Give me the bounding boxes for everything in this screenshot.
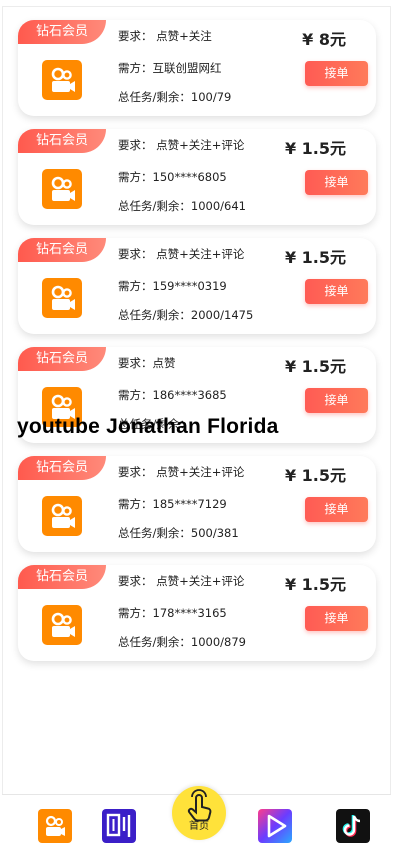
accept-order-button[interactable]: 接单 bbox=[305, 606, 368, 631]
order-card: 钻石会员 要求： 点赞+关注 需方：互联创盟网红 总任务/剩余：100/79 ¥… bbox=[18, 20, 376, 116]
requirement-text: 要求： 点赞+关注+评论 bbox=[118, 247, 245, 261]
member-badge: 钻石会员 bbox=[18, 129, 106, 153]
order-card: 钻石会员 要求： 点赞+关注+评论 需方：150****6805 总任务/剩余：… bbox=[18, 129, 376, 225]
accept-order-button[interactable]: 接单 bbox=[305, 388, 368, 413]
accept-order-button[interactable]: 接单 bbox=[305, 497, 368, 522]
kuaishou-icon bbox=[42, 60, 82, 100]
order-card: 钻石会员 要求： 点赞+关注+评论 需方：178****3165 总任务/剩余：… bbox=[18, 565, 376, 661]
price-text: ¥ 1.5元 bbox=[284, 575, 346, 594]
client-text: 需方：178****3165 bbox=[118, 606, 227, 620]
bottom-nav: 首页 bbox=[2, 786, 391, 851]
client-text: 需方：186****3685 bbox=[118, 388, 227, 402]
kuaishou-icon bbox=[42, 496, 82, 536]
price-text: ¥ 1.5元 bbox=[284, 466, 346, 485]
order-card: 钻石会员 要求： 点赞+关注+评论 需方：159****0319 总任务/剩余：… bbox=[18, 238, 376, 334]
progress-text: 总任务/剩余：2000/1475 bbox=[118, 308, 254, 322]
accept-order-button[interactable]: 接单 bbox=[305, 61, 368, 86]
kuaishou-tab-icon[interactable] bbox=[38, 809, 72, 843]
requirement-text: 要求： 点赞+关注+评论 bbox=[118, 465, 245, 479]
client-text: 需方：150****6805 bbox=[118, 170, 227, 184]
order-list: 钻石会员 要求： 点赞+关注 需方：互联创盟网红 总任务/剩余：100/79 ¥… bbox=[18, 20, 376, 674]
requirement-text: 要求：点赞 bbox=[118, 356, 176, 370]
price-text: ¥ 1.5元 bbox=[284, 139, 346, 158]
member-badge: 钻石会员 bbox=[18, 347, 106, 371]
accept-order-button[interactable]: 接单 bbox=[305, 170, 368, 195]
progress-text: 总任务/剩余：1000/879 bbox=[118, 635, 246, 649]
client-text: 需方：互联创盟网红 bbox=[118, 61, 222, 75]
member-badge: 钻石会员 bbox=[18, 20, 106, 44]
kuaishou-icon bbox=[42, 605, 82, 645]
requirement-text: 要求： 点赞+关注 bbox=[118, 29, 212, 43]
price-text: ¥ 8元 bbox=[302, 30, 346, 49]
kuaishou-icon bbox=[42, 169, 82, 209]
progress-text: 总任务/剩余：500/381 bbox=[118, 526, 239, 540]
member-badge: 钻石会员 bbox=[18, 565, 106, 589]
member-badge: 钻石会员 bbox=[18, 456, 106, 480]
overlay-watermark-text: youtube Jonathan Florida bbox=[17, 415, 279, 438]
price-text: ¥ 1.5元 bbox=[284, 248, 346, 267]
home-tab[interactable]: 首页 bbox=[172, 786, 226, 840]
order-card: 钻石会员 要求： 点赞+关注+评论 需方：185****7129 总任务/剩余：… bbox=[18, 456, 376, 552]
shua-app-tab-icon[interactable] bbox=[102, 809, 136, 843]
douyin-tab-icon[interactable] bbox=[336, 809, 370, 843]
home-label: 首页 bbox=[189, 821, 209, 832]
progress-text: 总任务/剩余：1000/641 bbox=[118, 199, 246, 213]
kuaishou-icon bbox=[42, 278, 82, 318]
requirement-text: 要求： 点赞+关注+评论 bbox=[118, 138, 245, 152]
progress-text: 总任务/剩余：100/79 bbox=[118, 90, 232, 104]
accept-order-button[interactable]: 接单 bbox=[305, 279, 368, 304]
client-text: 需方：159****0319 bbox=[118, 279, 227, 293]
video-app-tab-icon[interactable] bbox=[258, 809, 292, 843]
requirement-text: 要求： 点赞+关注+评论 bbox=[118, 574, 245, 588]
client-text: 需方：185****7129 bbox=[118, 497, 227, 511]
price-text: ¥ 1.5元 bbox=[284, 357, 346, 376]
member-badge: 钻石会员 bbox=[18, 238, 106, 262]
